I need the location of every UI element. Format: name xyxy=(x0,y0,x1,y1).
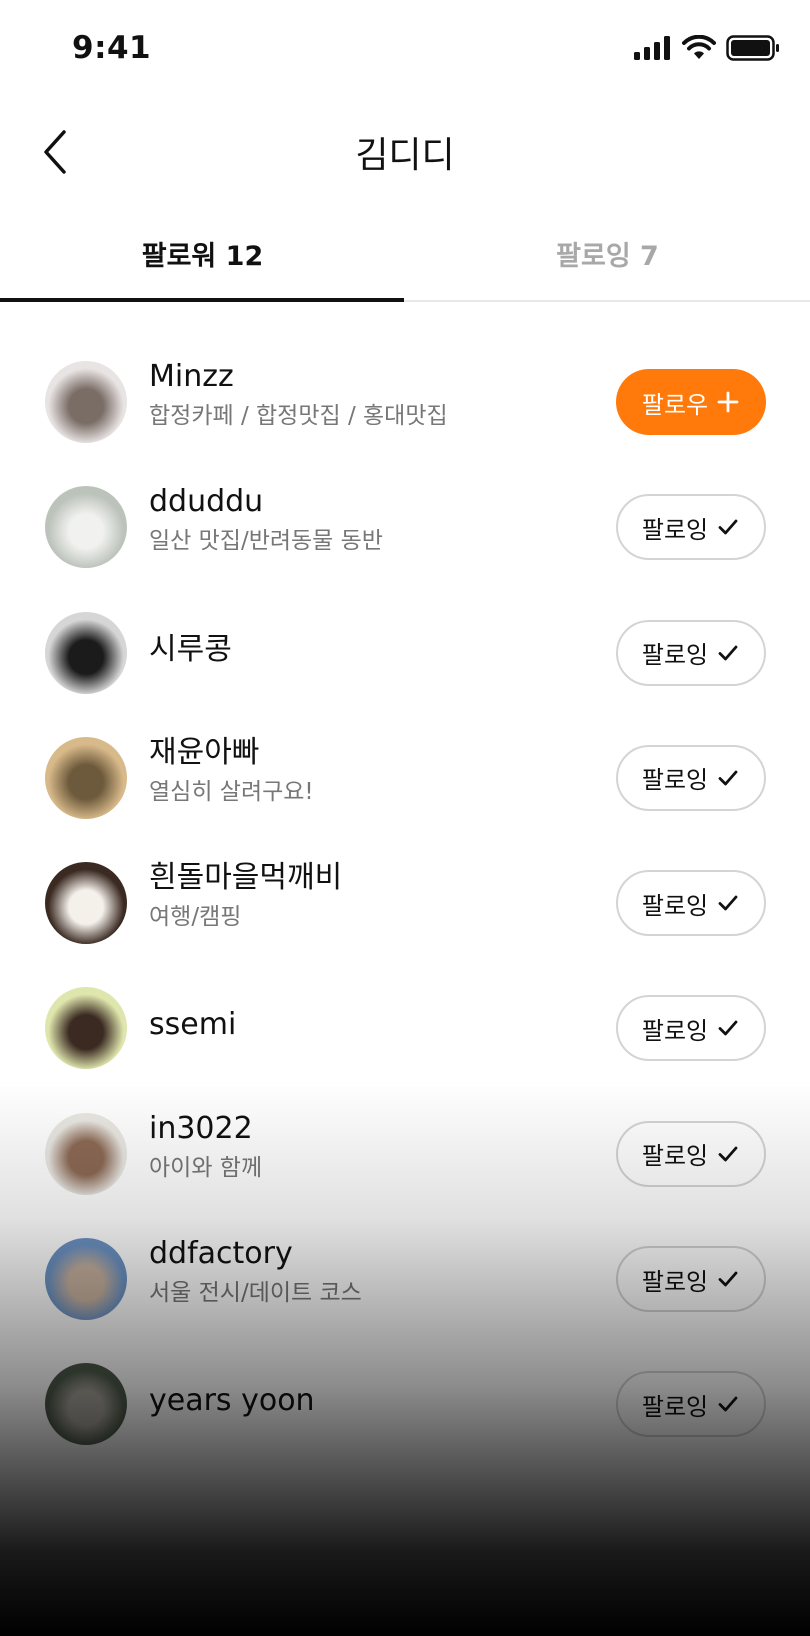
button-label: 팔로잉 xyxy=(641,766,709,795)
button-label: 팔로잉 xyxy=(641,1142,709,1171)
user-info: ddfactory 서울 전시/데이트 코스 xyxy=(149,1234,579,1310)
list-item[interactable]: in3022 아이와 함께 팔로잉 xyxy=(0,1089,810,1214)
plus-icon xyxy=(717,391,739,413)
list-item[interactable]: years yoon 팔로잉 xyxy=(0,1339,810,1464)
check-icon xyxy=(718,770,738,786)
check-icon xyxy=(718,895,738,911)
user-bio: 열심히 살려구요! xyxy=(149,778,314,805)
user-name[interactable]: 시루콩 xyxy=(149,630,579,670)
list-item[interactable]: 재윤아빠열심히 살려구요! 팔로잉 xyxy=(0,713,810,838)
avatar[interactable] xyxy=(45,1363,127,1446)
button-label: 팔로잉 xyxy=(641,891,709,920)
user-info: 재윤아빠열심히 살려구요! xyxy=(149,733,579,809)
list-item[interactable]: ssemi 팔로잉 xyxy=(0,963,810,1088)
avatar[interactable] xyxy=(45,862,127,945)
following-button[interactable]: 팔로잉 xyxy=(616,744,766,811)
page-title: 김디디 xyxy=(355,135,455,176)
check-icon xyxy=(718,645,738,660)
user-info: years yoon xyxy=(149,1381,579,1421)
list-item[interactable]: ddfactory 서울 전시/데이트 코스 팔로잉 xyxy=(0,1214,810,1339)
following-button[interactable]: 팔로잉 xyxy=(616,494,766,561)
list-item[interactable]: Minzz 합정카페 / 합정맛집 / 홍대맛집 팔로우 xyxy=(0,337,810,462)
tab-bar: 팔로워 12 팔로잉 7 xyxy=(0,210,810,302)
avatar[interactable] xyxy=(45,1112,127,1195)
button-label: 팔로잉 xyxy=(641,1016,709,1045)
user-name[interactable]: years yoon xyxy=(149,1381,579,1421)
following-button[interactable]: 팔로잉 xyxy=(616,1120,766,1187)
list-item[interactable]: 흰돌마을먹깨비여행/캠핑 팔로잉 xyxy=(0,838,810,963)
status-time: 9:41 xyxy=(72,30,152,66)
user-bio: 서울 전시/데이트 코스 xyxy=(149,1280,362,1307)
following-button[interactable]: 팔로잉 xyxy=(616,619,766,686)
user-bio: 여행/캠핑 xyxy=(149,904,242,931)
button-label: 팔로우 xyxy=(641,390,709,419)
button-label: 팔로잉 xyxy=(641,515,709,544)
avatar[interactable] xyxy=(45,611,127,694)
battery-icon xyxy=(726,35,779,61)
active-tab-indicator xyxy=(0,298,404,302)
user-name[interactable]: in3022 xyxy=(149,1109,579,1149)
following-button[interactable]: 팔로잉 xyxy=(616,1371,766,1438)
avatar[interactable] xyxy=(45,361,127,443)
check-icon xyxy=(718,1146,738,1162)
user-bio: 일산 맛집/반려동물 동반 xyxy=(149,528,383,555)
user-name[interactable]: ssemi xyxy=(149,1005,579,1045)
tab-following[interactable]: 팔로잉 7 xyxy=(405,234,810,273)
user-name[interactable]: 재윤아빠 xyxy=(149,733,579,773)
check-icon xyxy=(718,519,738,535)
avatar[interactable] xyxy=(45,736,127,819)
following-button[interactable]: 팔로잉 xyxy=(616,1246,766,1313)
user-bio: 아이와 함께 xyxy=(149,1154,263,1181)
button-label: 팔로잉 xyxy=(641,1267,709,1296)
avatar[interactable] xyxy=(45,987,127,1070)
user-info: 흰돌마을먹깨비여행/캠핑 xyxy=(149,858,579,934)
list-item[interactable]: 시루콩 팔로잉 xyxy=(0,588,810,713)
check-icon xyxy=(718,1396,738,1412)
list-item[interactable]: dduddu 일산 맛집/반려동물 동반 팔로잉 xyxy=(0,462,810,587)
check-icon xyxy=(718,1021,738,1036)
nav-bar: 김디디 xyxy=(0,96,810,206)
user-name[interactable]: Minzz xyxy=(149,357,579,397)
following-button[interactable]: 팔로잉 xyxy=(616,995,766,1062)
user-info: in3022 아이와 함께 xyxy=(149,1109,579,1185)
wifi-icon xyxy=(682,35,716,59)
status-icons xyxy=(634,34,780,62)
check-icon xyxy=(718,1271,738,1287)
signal-icon xyxy=(634,36,670,60)
user-info: dduddu 일산 맛집/반려동물 동반 xyxy=(149,482,579,558)
tab-followers[interactable]: 팔로워 12 xyxy=(0,234,405,273)
following-button[interactable]: 팔로잉 xyxy=(616,870,766,937)
button-label: 팔로잉 xyxy=(641,641,709,670)
user-info: ssemi xyxy=(149,1005,579,1045)
user-bio: 합정카페 / 합정맛집 / 홍대맛집 xyxy=(149,403,448,429)
follower-list: Minzz 합정카페 / 합정맛집 / 홍대맛집 팔로우 dduddu 일산 맛집/반려… xyxy=(0,337,810,1465)
user-name[interactable]: dduddu xyxy=(149,482,579,522)
status-bar: 9:41 xyxy=(0,0,810,96)
avatar[interactable] xyxy=(45,1238,127,1321)
user-info: Minzz 합정카페 / 합정맛집 / 홍대맛집 xyxy=(149,357,579,433)
user-name[interactable]: 흰돌마을먹깨비 xyxy=(149,858,579,898)
avatar[interactable] xyxy=(45,486,127,569)
user-name[interactable]: ddfactory xyxy=(149,1234,579,1274)
follow-button[interactable]: 팔로우 xyxy=(616,369,766,435)
user-info: 시루콩 xyxy=(149,630,579,670)
button-label: 팔로잉 xyxy=(641,1392,709,1421)
